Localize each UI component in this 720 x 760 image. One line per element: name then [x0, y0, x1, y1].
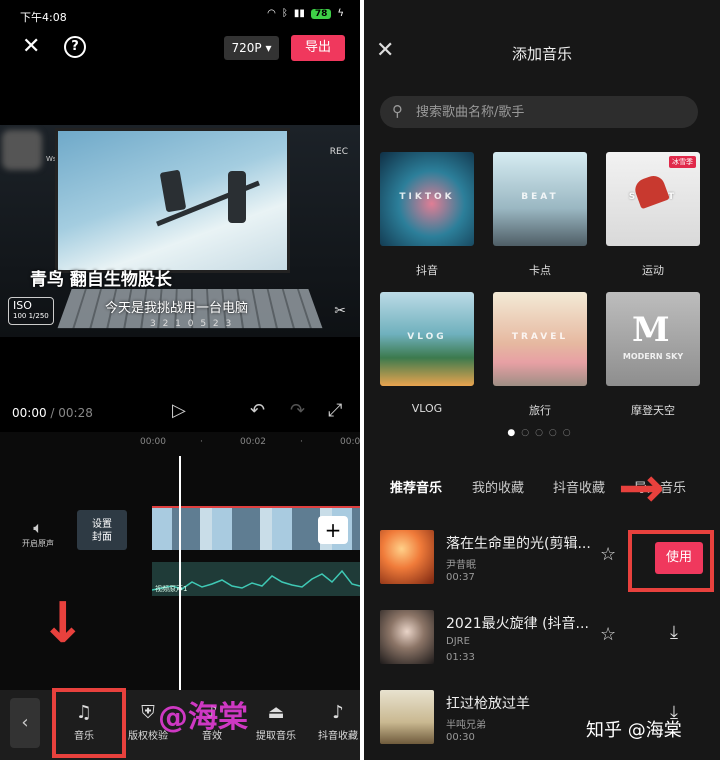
category-label: 旅行	[529, 404, 551, 417]
fullscreen-icon[interactable]: ⤢	[328, 400, 342, 421]
blurred-logo	[2, 130, 42, 170]
add-clip-button[interactable]: +	[318, 516, 348, 544]
add-music-screen: ✕ 添加音乐 ⚲ TIKTOK 抖音 BEAT 卡点 冰雪季 SPORT 运动 …	[364, 0, 720, 760]
mute-original-toggle[interactable]: 🔈︎ 开启原声	[22, 518, 54, 549]
annotation-arrow: ↘	[601, 450, 682, 531]
battery-indicator: 78	[310, 8, 332, 19]
category-badge: 冰雪季	[669, 156, 696, 168]
total-time: / 00:28	[50, 406, 93, 420]
song-cover	[380, 610, 434, 664]
ruler-tick: 00:04	[340, 437, 360, 447]
page-title: 添加音乐	[511, 45, 572, 63]
carousel-dots[interactable]: ●○○○○	[364, 428, 720, 438]
playback-time: 00:00 / 00:28	[12, 406, 93, 420]
star-icon[interactable]: ☆	[600, 544, 616, 565]
category-thumbnail: VLOG	[380, 292, 474, 386]
category-beat[interactable]: BEAT 卡点	[493, 152, 587, 278]
song-artist: 尹昔眠	[446, 560, 476, 571]
category-thumbnail: TRAVEL	[493, 292, 587, 386]
close-icon[interactable]: ✕	[22, 34, 40, 59]
highlight-box-music	[52, 688, 126, 758]
category-tiktok[interactable]: TIKTOK 抖音	[380, 152, 474, 278]
video-preview[interactable]: Wsy REC 青鸟 翻自生物股长 今天是我挑战用一台电脑 3 2 1 0 5 …	[0, 125, 360, 337]
highlight-box-use	[628, 530, 714, 592]
signal-icon: ▮▮	[293, 8, 305, 19]
category-label: 运动	[642, 264, 664, 277]
song-cover	[380, 530, 434, 584]
set-cover-button[interactable]: 设置 封面	[77, 510, 127, 550]
star-icon[interactable]: ☆	[600, 624, 616, 645]
song-title: 落在生命里的光(剪辑...	[446, 536, 591, 552]
audio-waveform-track[interactable]: 视频原声1	[152, 562, 360, 596]
charging-icon: ϟ	[337, 8, 344, 19]
modern-sky-logo: M	[632, 310, 670, 350]
video-title-text: 青鸟 翻自生物股长	[30, 270, 172, 290]
play-icon[interactable]: ▷	[172, 400, 186, 421]
category-vlog[interactable]: VLOG VLOG	[380, 292, 474, 415]
wifi-icon: ◠	[267, 8, 276, 19]
traffic-light	[228, 171, 246, 223]
toolbar-item-tiktok-favorites[interactable]: ♪ 抖音收藏	[308, 702, 360, 742]
resolution-dropdown[interactable]: 720P ▾	[224, 36, 279, 60]
song-duration: 00:30	[446, 732, 475, 743]
category-thumbnail: BEAT	[493, 152, 587, 246]
song-artist: 半吨兄弟	[446, 720, 486, 731]
category-modern-sky[interactable]: M MODERN SKY 摩登天空	[606, 292, 700, 418]
status-bar: 下午4:08 ◠ ᛒ ▮▮ 78 ϟ	[0, 0, 360, 30]
song-duration: 01:33	[446, 652, 475, 663]
category-thumbnail: M MODERN SKY	[606, 292, 700, 386]
category-label: 抖音	[416, 264, 438, 277]
search-input[interactable]	[416, 96, 686, 128]
ruler-tick: 00:00	[140, 437, 166, 447]
audio-track-label: 视频原声1	[155, 585, 188, 593]
category-label: 摩登天空	[631, 404, 675, 417]
back-chevron-icon[interactable]: ‹	[10, 698, 40, 748]
song-cover	[380, 690, 434, 744]
help-icon[interactable]: ?	[64, 36, 86, 58]
iso-badge: ISO 100 1/250	[8, 297, 54, 325]
song-row[interactable]: 2021最火旋律 (抖音... DJRE 01:33 ☆ ⤓	[380, 610, 710, 670]
search-icon: ⚲	[392, 102, 403, 120]
song-duration: 00:37	[446, 572, 475, 583]
author-watermark: @海棠	[158, 700, 248, 735]
category-label: 卡点	[529, 264, 551, 277]
category-sport[interactable]: 冰雪季 SPORT 运动	[606, 152, 700, 278]
tiktok-icon: ♪	[332, 702, 344, 723]
toolbar-item-extract-music[interactable]: ⏏ 提取音乐	[246, 702, 306, 742]
category-thumbnail: TIKTOK	[380, 152, 474, 246]
song-title: 2021最火旋律 (抖音...	[446, 616, 589, 632]
zhihu-watermark: 知乎 @海棠	[586, 720, 682, 741]
monitor-image	[55, 128, 290, 273]
video-editor-screen: 下午4:08 ◠ ᛒ ▮▮ 78 ϟ ✕ ? 720P ▾ 导出 Wsy REC…	[0, 0, 360, 760]
scissors-icon: ✂	[334, 303, 346, 319]
status-time: 下午4:08	[20, 11, 67, 24]
category-travel[interactable]: TRAVEL 旅行	[493, 292, 587, 418]
bluetooth-icon: ᛒ	[281, 8, 288, 19]
download-icon[interactable]: ⤓	[670, 622, 678, 643]
song-title: 扛过枪放过羊	[446, 696, 530, 712]
extract-music-icon: ⏏	[267, 702, 285, 723]
tab-recommended[interactable]: 推荐音乐	[390, 477, 442, 496]
video-subtitle-text: 今天是我挑战用一台电脑	[105, 301, 249, 316]
song-artist: DJRE	[446, 636, 470, 647]
undo-icon[interactable]: ↶	[250, 400, 265, 421]
video-number-text: 3 2 1 0 5 2 3	[150, 319, 234, 329]
tab-my-favorites[interactable]: 我的收藏	[472, 477, 524, 496]
playhead[interactable]	[179, 456, 181, 696]
speaker-mute-icon: 🔈︎	[33, 518, 43, 537]
search-bar[interactable]: ⚲	[380, 96, 698, 128]
redo-icon[interactable]: ↷	[290, 400, 305, 421]
category-thumbnail: 冰雪季 SPORT	[606, 152, 700, 246]
timeline[interactable]: 00:00 · 00:02 · 00:04 🔈︎ 开启原声 设置 封面 + 视频…	[0, 432, 360, 696]
export-button[interactable]: 导出	[291, 35, 345, 61]
rec-label: REC	[329, 147, 348, 157]
tab-tiktok-favorites[interactable]: 抖音收藏	[553, 477, 605, 496]
category-label: VLOG	[411, 402, 443, 415]
status-icons: ◠ ᛒ ▮▮ 78 ϟ	[267, 8, 344, 19]
ruler-tick: 00:02	[240, 437, 266, 447]
current-time: 00:00	[12, 406, 47, 420]
